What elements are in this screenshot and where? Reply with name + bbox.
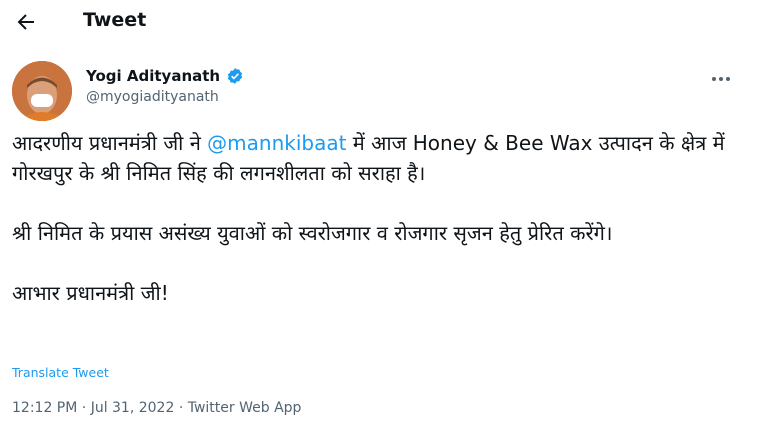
tweet-meta: 12:12 PM · Jul 31, 2022 · Twitter Web Ap… — [12, 400, 301, 416]
more-horizontal-icon[interactable] — [706, 70, 736, 88]
mention-link[interactable]: @mannkibaat — [207, 131, 346, 155]
page-title: Tweet — [83, 9, 147, 31]
tweet-paragraph-2: श्री निमित के प्रयास असंख्य युवाओं को स्… — [12, 221, 613, 245]
tweet-text: आदरणीय प्रधानमंत्री जी ने @mannkibaat मे… — [12, 128, 752, 308]
meta-separator: · — [81, 400, 91, 416]
author-name[interactable]: Yogi Adityanath — [86, 67, 220, 85]
tweet-source: Twitter Web App — [187, 400, 302, 416]
arrow-left-icon[interactable] — [14, 10, 38, 34]
meta-separator: · — [178, 400, 188, 416]
tweet-paragraph-1: आदरणीय प्रधानमंत्री जी ने @mannkibaat मे… — [12, 128, 752, 188]
header-bar: Tweet — [0, 0, 768, 44]
translate-tweet-link[interactable]: Translate Tweet — [12, 365, 109, 380]
tweet-text-part: आदरणीय प्रधानमंत्री जी ने — [12, 131, 208, 155]
tweet-paragraph-3: आभार प्रधानमंत्री जी! — [12, 281, 169, 305]
avatar-image — [12, 61, 72, 121]
author-name-row[interactable]: Yogi Adityanath — [86, 67, 244, 85]
tweet-time[interactable]: 12:12 PM — [12, 400, 77, 416]
verified-badge-icon — [227, 68, 243, 84]
avatar[interactable] — [12, 61, 72, 121]
tweet-date[interactable]: Jul 31, 2022 — [91, 400, 175, 416]
author-handle[interactable]: @myogiadityanath — [86, 89, 219, 105]
